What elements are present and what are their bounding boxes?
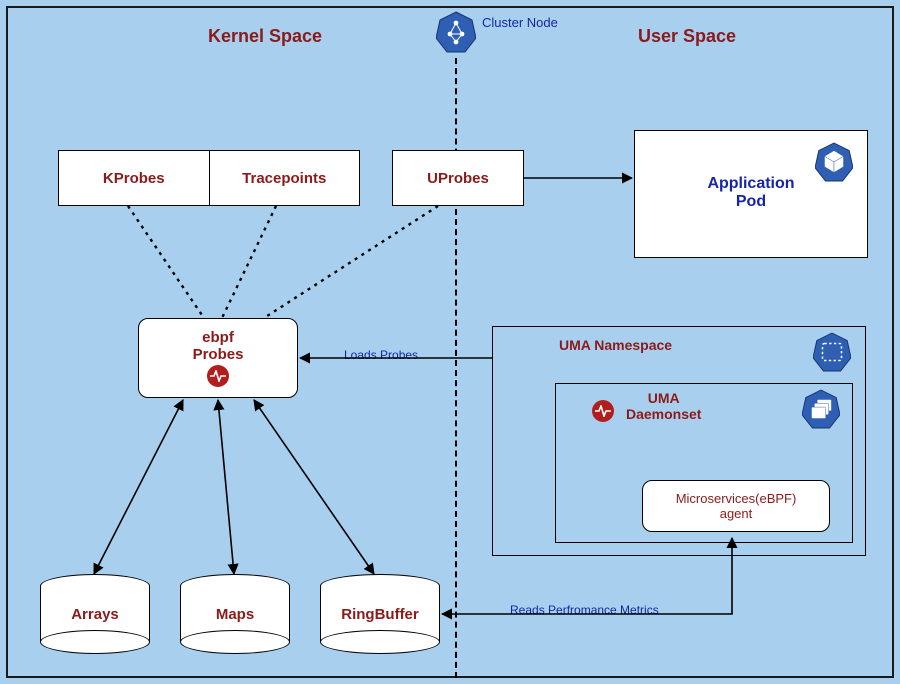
- cube-icon: [815, 141, 853, 187]
- ebpf-line2: Probes: [193, 346, 244, 363]
- kernel-space-title: Kernel Space: [208, 26, 322, 47]
- ms-agent-line2: agent: [720, 506, 753, 521]
- tracepoints-box: Tracepoints: [210, 151, 360, 205]
- uma-namespace-box: UMA Namespace UMA Daemonset: [492, 326, 866, 556]
- uma-namespace-label: UMA Namespace: [559, 337, 672, 353]
- ringbuffer-label: RingBuffer: [341, 606, 419, 623]
- kprobes-box: KProbes: [59, 151, 210, 205]
- uprobes-box: UProbes: [392, 150, 524, 206]
- application-pod-label: Application Pod: [707, 175, 794, 211]
- user-space-title: User Space: [638, 26, 736, 47]
- cluster-node-icon: [436, 10, 476, 50]
- microservices-agent-box: Microservices(eBPF) agent: [642, 480, 830, 532]
- pulse-icon-ds: [592, 400, 614, 422]
- pulse-icon: [207, 365, 229, 387]
- namespace-icon: [813, 331, 851, 378]
- ebpf-line1: ebpf: [202, 329, 234, 346]
- reads-metrics-label: Reads Perfromance Metrics: [510, 603, 659, 617]
- uma-daemonset-box: UMA Daemonset Microservices(eBPF): [555, 383, 853, 543]
- maps-cylinder: Maps: [180, 574, 290, 654]
- ms-agent-line1: Microservices(eBPF): [676, 491, 797, 506]
- loads-probes-label: Loads Probes: [344, 348, 418, 362]
- ebpf-probes-box: ebpf Probes: [138, 318, 298, 398]
- cluster-node-label: Cluster Node: [482, 16, 558, 30]
- uma-daemonset-label: UMA Daemonset: [626, 390, 701, 422]
- daemonset-icon: [802, 388, 840, 435]
- maps-label: Maps: [216, 606, 254, 623]
- arrays-cylinder: Arrays: [40, 574, 150, 654]
- arrays-label: Arrays: [71, 606, 119, 623]
- kernel-probes-row: KProbes Tracepoints: [58, 150, 360, 206]
- application-pod-box: Application Pod: [634, 130, 868, 258]
- ringbuffer-cylinder: RingBuffer: [320, 574, 440, 654]
- diagram-canvas: Kernel Space User Space Cluster Node: [6, 6, 894, 678]
